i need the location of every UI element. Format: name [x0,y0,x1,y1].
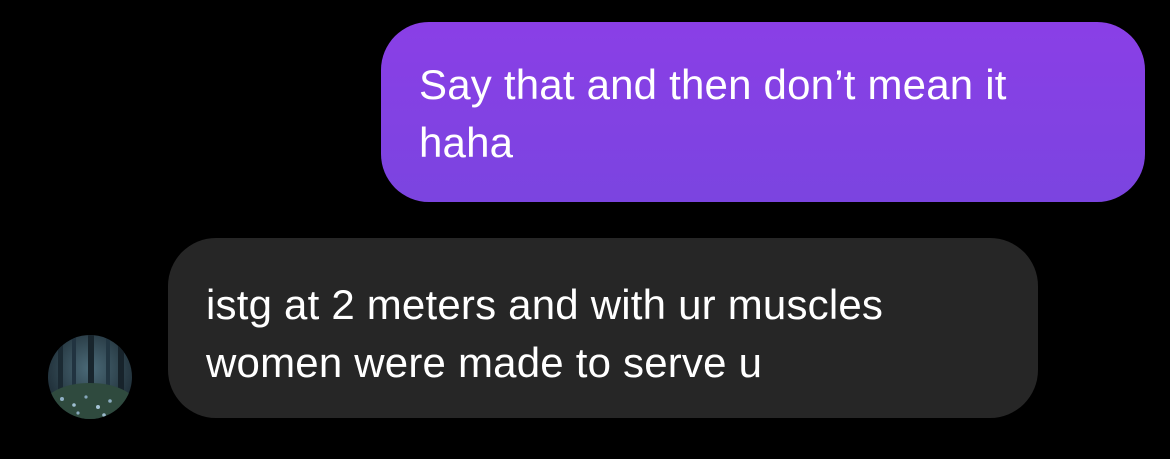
sender-avatar[interactable] [48,335,132,419]
received-message-text: istg at 2 meters and with ur muscles wom… [206,281,884,386]
sent-message-bubble[interactable]: Say that and then don’t mean it haha [381,22,1145,202]
forest-avatar-icon [48,335,132,419]
sent-message-text: Say that and then don’t mean it haha [419,61,1007,166]
received-message-bubble[interactable]: istg at 2 meters and with ur muscles wom… [168,238,1038,418]
